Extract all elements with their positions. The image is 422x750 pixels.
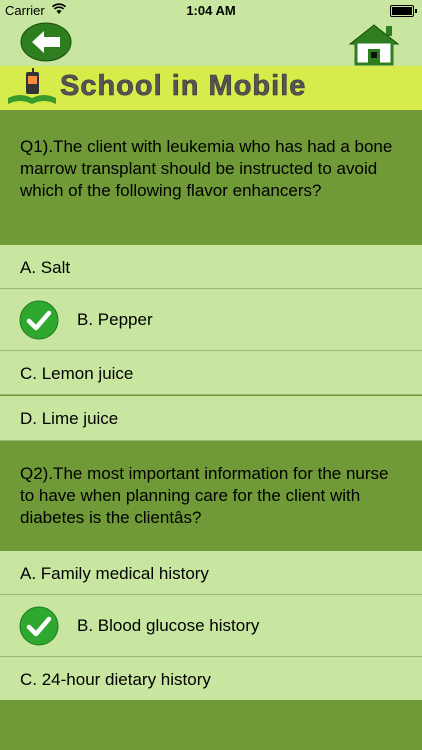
question-2: Q2).The most important information for t… [0, 441, 422, 549]
q2-option-a[interactable]: A. Family medical history [0, 551, 422, 595]
battery-icon [390, 5, 417, 17]
back-button[interactable] [20, 22, 72, 62]
option-label: B. Blood glucose history [77, 616, 260, 635]
banner-title: School in Mobile [60, 70, 307, 103]
app-banner: School in Mobile [0, 66, 422, 110]
question-1: Q1).The client with leukemia who has had… [0, 110, 422, 245]
q1-option-c[interactable]: C. Lemon juice [0, 351, 422, 395]
q2-option-c[interactable]: C. 24-hour dietary history [0, 657, 422, 701]
correct-check-icon [19, 606, 59, 646]
q1-option-b[interactable]: B. Pepper [0, 289, 422, 351]
nav-bar [0, 22, 422, 66]
status-time: 1:04 AM [186, 3, 236, 18]
q2-option-b[interactable]: B. Blood glucose history [0, 595, 422, 657]
home-button[interactable] [348, 22, 400, 66]
bottom-area [0, 700, 422, 750]
phone-book-logo-icon [8, 68, 56, 104]
option-label: C. Lemon juice [20, 364, 134, 383]
option-label: C. 24-hour dietary history [20, 670, 211, 689]
option-label: A. Family medical history [20, 564, 209, 583]
option-label: B. Pepper [77, 310, 153, 329]
home-icon [348, 24, 400, 66]
status-bar: Carrier 1:04 AM [0, 0, 422, 22]
option-label: D. Lime juice [20, 409, 119, 428]
q1-option-a[interactable]: A. Salt [0, 245, 422, 289]
q1-option-d[interactable]: D. Lime juice [0, 396, 422, 441]
back-arrow-icon [20, 22, 72, 62]
option-label: A. Salt [20, 258, 71, 277]
correct-check-icon [19, 300, 59, 340]
